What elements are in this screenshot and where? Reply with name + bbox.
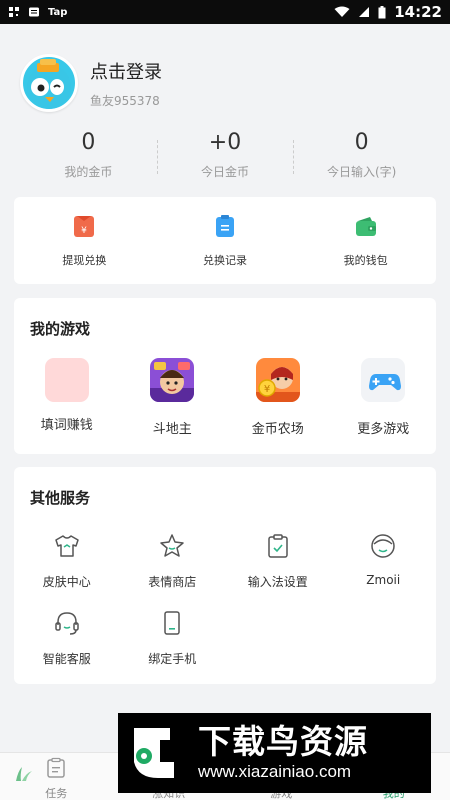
stat-value: 0 bbox=[354, 130, 369, 155]
stat-today-input[interactable]: 0 今日输入(字) bbox=[293, 130, 430, 186]
avatar[interactable] bbox=[20, 54, 78, 112]
stat-label: 今日金币 bbox=[201, 165, 250, 179]
service-label: 表情商店 bbox=[148, 575, 197, 589]
section-title: 其他服务 bbox=[30, 489, 91, 507]
tab-task[interactable]: 任务 bbox=[0, 753, 113, 800]
app-label: Tap bbox=[48, 6, 68, 18]
phone-icon bbox=[164, 611, 180, 635]
service-label: 绑定手机 bbox=[148, 652, 197, 666]
doudizhu-icon bbox=[150, 358, 195, 402]
watermark-title: 下载鸟资源 bbox=[198, 722, 368, 761]
stats-row: 0 我的金币 +0 今日金币 0 今日输入(字) bbox=[20, 130, 430, 186]
service-label: Zmoii bbox=[366, 573, 401, 587]
qr-icon bbox=[9, 7, 19, 17]
game-more[interactable]: 更多游戏 bbox=[331, 358, 437, 437]
battery-icon bbox=[378, 5, 386, 18]
gamepad-icon bbox=[361, 358, 406, 402]
game-label: 更多游戏 bbox=[357, 422, 410, 437]
face-icon bbox=[371, 534, 395, 558]
service-zmoii[interactable]: Zmoii bbox=[331, 533, 437, 590]
withdraw-icon: ¥ bbox=[74, 215, 95, 237]
bird-logo-icon bbox=[124, 720, 190, 786]
service-label: 智能客服 bbox=[42, 652, 91, 666]
star-icon bbox=[160, 534, 184, 557]
game-doudizhu[interactable]: 斗地主 bbox=[120, 358, 226, 437]
task-icon bbox=[47, 757, 65, 778]
withdraw-button[interactable]: ¥ 提现兑换 bbox=[14, 214, 155, 268]
svg-text:¥: ¥ bbox=[264, 384, 270, 395]
stat-value: +0 bbox=[208, 130, 242, 155]
service-skin-center[interactable]: 皮肤中心 bbox=[14, 533, 120, 590]
watermark-url: www.xiazainiao.com bbox=[198, 762, 352, 781]
svg-text:¥: ¥ bbox=[81, 226, 87, 236]
watermark-banner: 下载鸟资源 www.xiazainiao.com bbox=[118, 713, 431, 793]
coin-farm-icon: ¥ bbox=[255, 358, 300, 402]
record-icon bbox=[216, 214, 234, 237]
other-services-card: 其他服务 皮肤中心 表情商店 输入法设置 Zmoii 智能客服 绑定手机 bbox=[14, 467, 436, 684]
stat-label: 今日输入(字) bbox=[326, 165, 397, 179]
login-prompt[interactable]: 点击登录 bbox=[90, 58, 162, 84]
message-icon bbox=[29, 7, 39, 17]
user-id: 鱼友955378 bbox=[90, 93, 160, 108]
grass-decoration-icon bbox=[16, 767, 32, 781]
service-bind-phone[interactable]: 绑定手机 bbox=[120, 610, 226, 667]
signal-icon bbox=[359, 7, 370, 17]
my-wallet-button[interactable]: 我的钱包 bbox=[295, 214, 436, 268]
game-fill-words[interactable]: 填词赚钱 bbox=[14, 358, 120, 437]
exchange-record-button[interactable]: 兑换记录 bbox=[155, 214, 296, 268]
tshirt-icon bbox=[55, 535, 79, 557]
my-games-card: 我的游戏 填词赚钱 斗地主 ¥ 金币农场 更多游戏 bbox=[14, 298, 436, 454]
game-label: 填词赚钱 bbox=[40, 418, 93, 433]
nav-label: 任务 bbox=[45, 787, 68, 800]
fill-words-icon bbox=[44, 358, 89, 402]
wallet-label: 我的钱包 bbox=[343, 253, 388, 267]
service-label: 皮肤中心 bbox=[42, 575, 91, 589]
stat-value: 0 bbox=[81, 130, 96, 155]
game-coin-farm[interactable]: ¥ 金币农场 bbox=[225, 358, 331, 437]
clock: 14:22 bbox=[394, 3, 442, 21]
service-sticker-store[interactable]: 表情商店 bbox=[120, 533, 226, 590]
bird-avatar-icon bbox=[27, 59, 71, 109]
wallet-label: 提现兑换 bbox=[62, 253, 107, 267]
stat-label: 我的金币 bbox=[64, 165, 113, 179]
stat-my-coins[interactable]: 0 我的金币 bbox=[20, 130, 157, 186]
wallet-card: ¥ 提现兑换 兑换记录 我的钱包 bbox=[14, 197, 436, 284]
wallet-label: 兑换记录 bbox=[203, 253, 247, 267]
wallet-icon bbox=[355, 216, 376, 236]
wifi-icon bbox=[334, 6, 350, 17]
profile-header[interactable]: 点击登录 鱼友955378 bbox=[20, 52, 430, 114]
game-label: 斗地主 bbox=[152, 422, 192, 437]
stat-today-coins[interactable]: +0 今日金币 bbox=[156, 130, 294, 186]
section-title: 我的游戏 bbox=[30, 320, 91, 338]
clipboard-check-icon bbox=[268, 534, 288, 558]
service-label: 输入法设置 bbox=[247, 575, 308, 589]
game-label: 金币农场 bbox=[251, 422, 304, 437]
headset-icon bbox=[55, 612, 79, 635]
games-grid: 填词赚钱 斗地主 ¥ 金币农场 更多游戏 bbox=[14, 358, 436, 437]
services-grid: 皮肤中心 表情商店 输入法设置 Zmoii 智能客服 绑定手机 bbox=[14, 533, 436, 667]
service-input-settings[interactable]: 输入法设置 bbox=[225, 533, 331, 590]
status-bar: Tap 14:22 bbox=[0, 0, 450, 24]
service-smart-support[interactable]: 智能客服 bbox=[14, 610, 120, 667]
